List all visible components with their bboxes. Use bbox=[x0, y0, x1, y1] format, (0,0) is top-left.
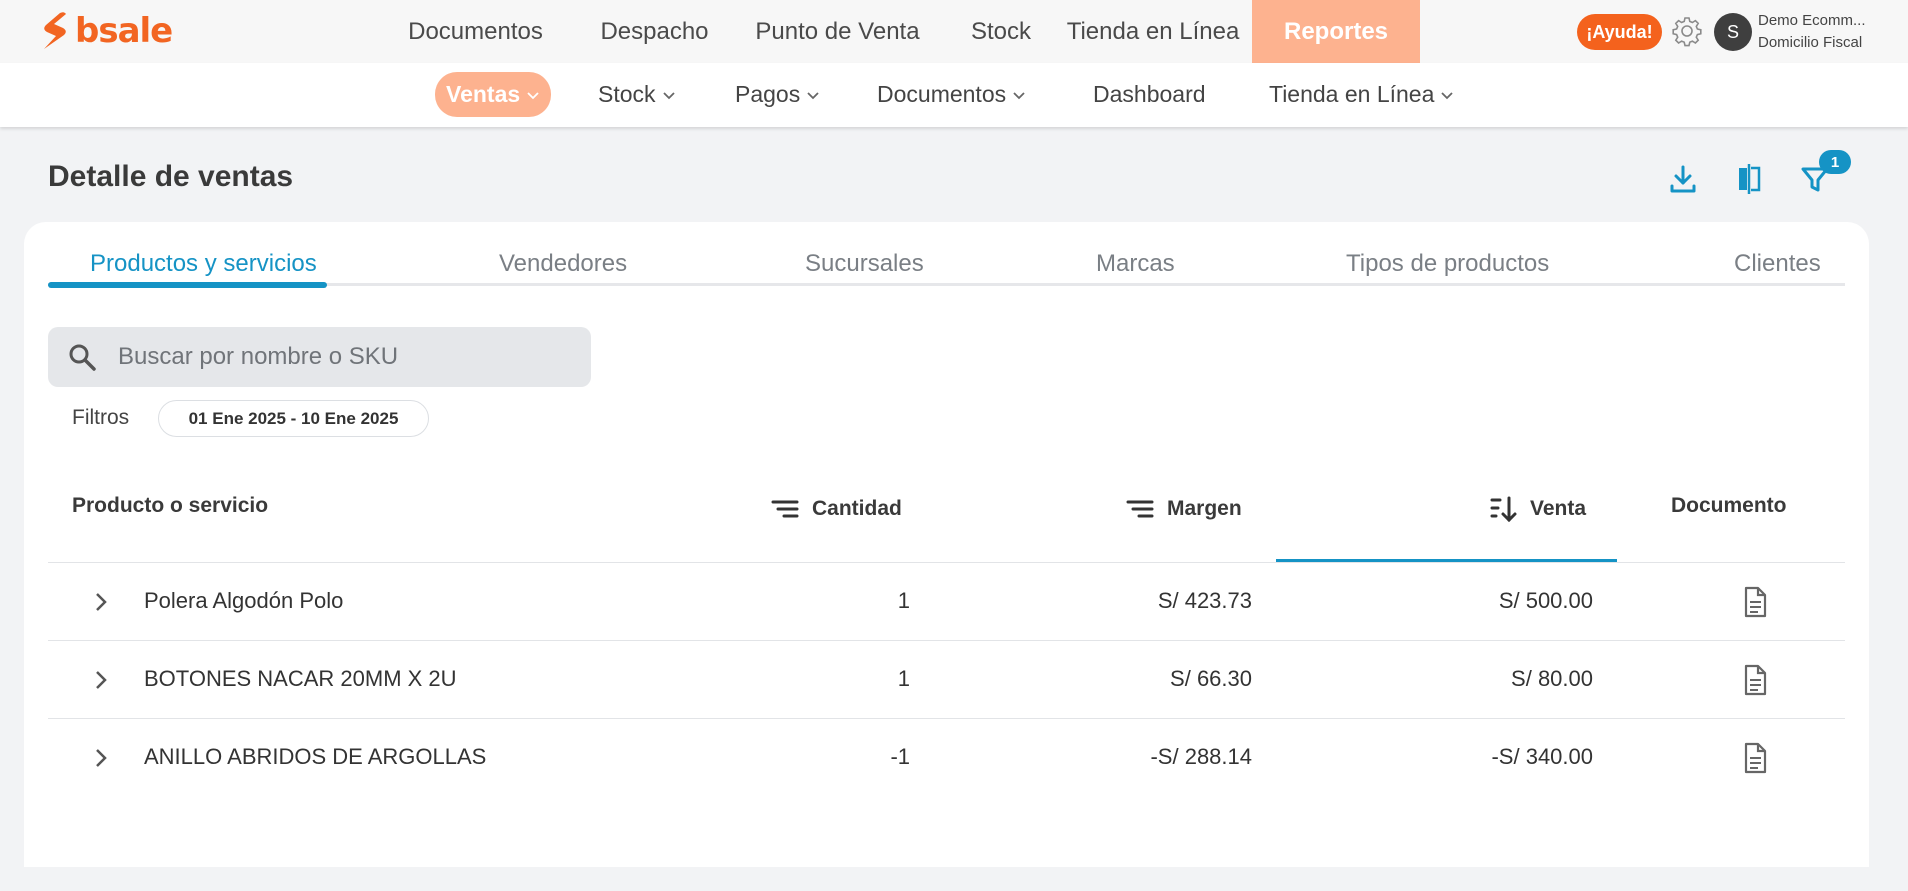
quantity-value: 1 bbox=[897, 588, 910, 613]
report-tabs: Productos y servicios Vendedores Sucursa… bbox=[48, 242, 1845, 288]
chevron-right-icon[interactable] bbox=[88, 589, 114, 615]
sub-nav-label: Tienda en Línea bbox=[1269, 81, 1435, 107]
column-header-sale[interactable]: Venta bbox=[1488, 494, 1586, 524]
document-icon[interactable] bbox=[1740, 663, 1770, 697]
main-nav-despacho[interactable]: Despacho bbox=[582, 0, 727, 63]
chevron-down-icon bbox=[1013, 91, 1025, 99]
main-nav: Documentos Despacho Punto de Venta Stock… bbox=[369, 0, 1540, 65]
sort-lines-icon bbox=[771, 500, 799, 518]
gear-icon[interactable] bbox=[1671, 15, 1703, 47]
column-header-label: Venta bbox=[1530, 497, 1587, 520]
sort-lines-icon bbox=[1126, 500, 1154, 518]
sub-nav-label: Stock bbox=[598, 81, 656, 107]
sub-nav-label: Pagos bbox=[735, 81, 801, 107]
column-header-label: Producto o servicio bbox=[72, 494, 269, 517]
account-name: Demo Ecomm... bbox=[1758, 12, 1866, 29]
column-header-label: Margen bbox=[1167, 497, 1242, 520]
chevron-right-icon[interactable] bbox=[88, 745, 114, 771]
account-info[interactable]: Demo Ecomm... Domicilio Fiscal bbox=[1758, 10, 1878, 54]
logo-text: bsale bbox=[75, 11, 173, 51]
margin-value: S/ 66.30 bbox=[1170, 666, 1252, 691]
bsale-logo[interactable]: bsale bbox=[38, 11, 173, 51]
compare-columns-icon[interactable] bbox=[1731, 161, 1767, 197]
column-header-product[interactable]: Producto o servicio bbox=[72, 494, 268, 518]
main-nav-tienda-en-linea[interactable]: Tienda en Línea bbox=[1054, 0, 1252, 63]
top-bar: bsale Documentos Despacho Punto de Venta… bbox=[0, 0, 1908, 65]
sale-value: S/ 500.00 bbox=[1498, 588, 1593, 613]
document-icon[interactable] bbox=[1740, 585, 1770, 619]
tab-clientes[interactable]: Clientes bbox=[1734, 250, 1821, 278]
chevron-down-icon bbox=[662, 91, 675, 99]
page-title: Detalle de ventas bbox=[48, 160, 294, 193]
report-card: Productos y servicios Vendedores Sucursa… bbox=[24, 222, 1869, 867]
active-tab-indicator bbox=[48, 282, 327, 288]
tab-sucursales[interactable]: Sucursales bbox=[805, 250, 924, 278]
download-icon[interactable] bbox=[1665, 161, 1701, 197]
sale-value: -S/ 340.00 bbox=[1491, 744, 1593, 769]
column-header-document: Documento bbox=[1671, 494, 1787, 518]
main-nav-reportes[interactable]: Reportes bbox=[1252, 0, 1420, 63]
quantity-value: -1 bbox=[890, 744, 910, 769]
column-header-label: Documento bbox=[1671, 494, 1787, 517]
product-name: Polera Algodón Polo bbox=[144, 588, 344, 613]
sale-value: S/ 80.00 bbox=[1511, 666, 1593, 691]
sub-nav: Ventas Stock Pagos Documentos Dashboard … bbox=[0, 63, 1908, 127]
filter-count-badge: 1 bbox=[1819, 150, 1851, 174]
table-row: ANILLO ABRIDOS DE ARGOLLAS -1 -S/ 288.14… bbox=[48, 719, 1845, 797]
table-row: BOTONES NACAR 20MM X 2U 1 S/ 66.30 S/ 80… bbox=[48, 641, 1845, 719]
chevron-down-icon bbox=[1441, 91, 1454, 99]
chevron-down-icon bbox=[527, 91, 539, 99]
table-row: Polera Algodón Polo 1 S/ 423.73 S/ 500.0… bbox=[48, 563, 1845, 641]
account-subtitle: Domicilio Fiscal bbox=[1758, 34, 1863, 51]
column-header-label: Cantidad bbox=[812, 497, 902, 520]
sub-nav-documentos[interactable]: Documentos bbox=[877, 72, 1026, 117]
sub-nav-label: Documentos bbox=[877, 81, 1007, 107]
avatar[interactable]: S bbox=[1714, 13, 1752, 51]
sub-nav-label: Dashboard bbox=[1093, 81, 1206, 107]
search-icon bbox=[69, 344, 96, 371]
sub-nav-tienda-en-linea[interactable]: Tienda en Línea bbox=[1269, 72, 1454, 117]
sub-nav-dashboard[interactable]: Dashboard bbox=[1093, 72, 1206, 117]
search-input[interactable] bbox=[118, 337, 568, 377]
product-name: ANILLO ABRIDOS DE ARGOLLAS bbox=[144, 744, 487, 769]
margin-value: S/ 423.73 bbox=[1157, 588, 1252, 613]
sort-descending-icon bbox=[1490, 496, 1517, 523]
search-box[interactable] bbox=[48, 327, 591, 387]
chevron-down-icon bbox=[807, 91, 819, 99]
sub-nav-ventas[interactable]: Ventas bbox=[435, 72, 552, 117]
main-nav-stock[interactable]: Stock bbox=[948, 0, 1054, 63]
main-nav-documentos[interactable]: Documentos bbox=[369, 0, 582, 63]
product-name: BOTONES NACAR 20MM X 2U bbox=[144, 666, 457, 691]
tab-productos-y-servicios[interactable]: Productos y servicios bbox=[90, 250, 317, 278]
bsale-logo-icon bbox=[44, 12, 66, 49]
main-nav-punto-de-venta[interactable]: Punto de Venta bbox=[727, 0, 948, 63]
filters-label: Filtros bbox=[72, 406, 130, 429]
column-header-margin[interactable]: Margen bbox=[1125, 494, 1242, 524]
date-range-chip[interactable]: 01 Ene 2025 - 10 Ene 2025 bbox=[158, 400, 429, 437]
sub-nav-pagos[interactable]: Pagos bbox=[735, 72, 820, 117]
tab-marcas[interactable]: Marcas bbox=[1096, 250, 1175, 278]
margin-value: -S/ 288.14 bbox=[1150, 744, 1252, 769]
document-icon[interactable] bbox=[1740, 741, 1770, 775]
tab-tipos-de-productos[interactable]: Tipos de productos bbox=[1346, 250, 1549, 278]
tab-vendedores[interactable]: Vendedores bbox=[499, 250, 627, 278]
quantity-value: 1 bbox=[897, 666, 910, 691]
sub-nav-stock[interactable]: Stock bbox=[598, 72, 676, 117]
sub-nav-label: Ventas bbox=[446, 81, 521, 107]
help-button[interactable]: ¡Ayuda! bbox=[1577, 14, 1662, 50]
column-header-quantity[interactable]: Cantidad bbox=[770, 494, 902, 524]
chevron-right-icon[interactable] bbox=[88, 667, 114, 693]
